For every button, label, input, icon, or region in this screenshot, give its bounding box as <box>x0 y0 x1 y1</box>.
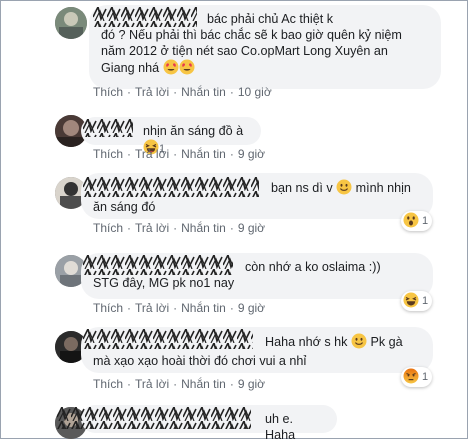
reaction-badge[interactable]: 1 <box>401 367 433 387</box>
message-link[interactable]: Nhắn tin <box>181 301 226 315</box>
comment-text: mà xạo xạo hoài thời đó chơi vui a nhỉ <box>93 354 307 368</box>
comment-text: bạn ns dì v <box>271 181 333 195</box>
comment-text: năm 2012 ở tiện nét sao Co.opMart Long X… <box>101 44 388 58</box>
comment-text: nhịn ăn sáng đồ à <box>143 124 244 138</box>
heart-eyes-icon <box>163 59 179 79</box>
heart-eyes-icon <box>179 59 195 79</box>
wow-icon <box>403 212 419 231</box>
like-link[interactable]: Thích <box>93 301 123 315</box>
comment-text: Giang nhá <box>101 61 160 75</box>
comment-text: còn nhớ a ko oslaima :)) <box>245 260 381 274</box>
smile-icon <box>336 179 352 199</box>
comment-text: ăn sáng đó <box>93 200 156 214</box>
timestamp[interactable]: 9 giờ <box>238 377 265 391</box>
reaction-count: 1 <box>422 215 429 227</box>
comment-text: Pk gà <box>370 335 403 349</box>
comment-actions: Thích · Trả lời · Nhắn tin · 10 giờ <box>93 85 272 99</box>
like-link[interactable]: Thích <box>93 377 123 391</box>
message-link[interactable]: Nhắn tin <box>181 377 226 391</box>
reply-link[interactable]: Trả lời <box>135 85 169 99</box>
reaction-count: 1 <box>422 371 429 383</box>
comment-text: Haha nhớ s hk <box>265 335 348 349</box>
message-link[interactable]: Nhắn tin <box>181 221 226 235</box>
like-link[interactable]: Thích <box>93 147 123 161</box>
reply-link[interactable]: Trả lời <box>135 147 169 161</box>
comment-text: STG đây, MG pk no1 nay <box>93 276 235 290</box>
comment-text: đó ? Nếu phải thì bác chắc sẽ k bao giờ … <box>101 28 402 42</box>
like-link[interactable]: Thích <box>93 85 123 99</box>
message-link[interactable]: Nhắn tin <box>181 147 226 161</box>
comment-thread-panel: bác phải chủ Ac thiệt k đó ? Nếu phải th… <box>0 0 468 442</box>
timestamp[interactable]: 9 giờ <box>238 147 265 161</box>
comment-actions: Thích · Trả lời · Nhắn tin · 9 giờ <box>93 147 266 161</box>
comment-bubble: Haha nhớ s hk Pk gà mà xạo xạo hoài thời… <box>81 327 433 373</box>
avatar[interactable] <box>55 7 87 39</box>
reaction-count: 1 <box>422 295 429 307</box>
reply-link[interactable]: Trả lời <box>135 301 169 315</box>
comment-bubble: uh e. Haha <box>81 405 337 442</box>
comment-text: uh e. Haha <box>265 412 296 442</box>
comment-bubble: nhịn ăn sáng đồ à 1 <box>81 117 261 155</box>
timestamp[interactable]: 9 giờ <box>238 221 265 235</box>
timestamp[interactable]: 9 giờ <box>238 301 265 315</box>
timestamp[interactable]: 10 giờ <box>238 85 272 99</box>
comment-text: mình nhịn <box>355 181 411 195</box>
like-link[interactable]: Thích <box>93 221 123 235</box>
reaction-badge[interactable]: 1 <box>401 291 433 311</box>
comment-actions: Thích · Trả lời · Nhắn tin · 9 giờ <box>93 301 266 315</box>
angry-icon <box>403 368 419 387</box>
message-link[interactable]: Nhắn tin <box>181 85 226 99</box>
comment-bubble: bác phải chủ Ac thiệt k đó ? Nếu phải th… <box>89 5 441 89</box>
comment-bubble: còn nhớ a ko oslaima :)) STG đây, MG pk … <box>81 253 433 299</box>
comment-text: bác phải chủ Ac thiệt k <box>207 12 334 26</box>
reply-link[interactable]: Trả lời <box>135 221 169 235</box>
smile-icon <box>351 333 367 353</box>
comment-actions: Thích · Trả lời · Nhắn tin · 9 giờ <box>93 221 266 235</box>
laughing-icon <box>403 292 419 311</box>
comment-bubble: bạn ns dì v mình nhịn ăn sáng đó <box>81 173 433 219</box>
comment-actions: Thích · Trả lời · Nhắn tin · 9 giờ <box>93 377 266 391</box>
reply-link[interactable]: Trả lời <box>135 377 169 391</box>
reaction-badge[interactable]: 1 <box>401 211 433 231</box>
